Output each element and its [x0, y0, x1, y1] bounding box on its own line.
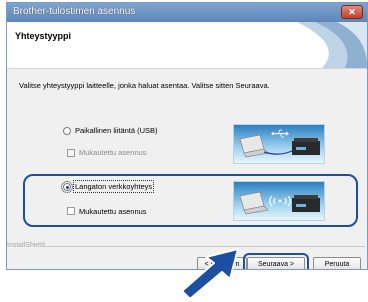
wireless-option-highlight [23, 174, 358, 227]
cancel-button[interactable]: Peruuta [313, 257, 361, 269]
next-button-highlight [243, 253, 309, 269]
instruction-text: Valitse yhteystyyppi laitteelle, jonka h… [19, 81, 270, 90]
close-button[interactable]: ✕ [341, 5, 363, 19]
title-bar: Brother-tulostimen asennus ✕ [7, 3, 367, 22]
usb-option-label[interactable]: Paikallinen liitäntä (USB) [75, 126, 158, 135]
window-title: Brother-tulostimen asennus [13, 6, 136, 17]
installer-window: Brother-tulostimen asennus ✕ Yhteystyypp… [6, 2, 368, 270]
usb-radio[interactable] [63, 127, 71, 135]
laptop-icon [239, 134, 269, 158]
usb-connection-illustration [233, 124, 325, 164]
wizard-header: Yhteystyyppi [7, 22, 367, 69]
pointer-arrow-icon [181, 248, 239, 297]
close-icon: ✕ [348, 7, 356, 17]
usb-custom-install-label: Mukautettu asennus [79, 148, 147, 157]
header-decoration [297, 22, 367, 68]
installshield-label: InstallShield [7, 242, 45, 249]
usb-custom-install-checkbox[interactable] [67, 149, 75, 157]
printer-icon [292, 138, 320, 155]
wizard-body: Valitse yhteystyyppi laitteelle, jonka h… [7, 69, 367, 269]
usb-icon [271, 129, 289, 138]
page-title: Yhteystyyppi [15, 31, 72, 41]
